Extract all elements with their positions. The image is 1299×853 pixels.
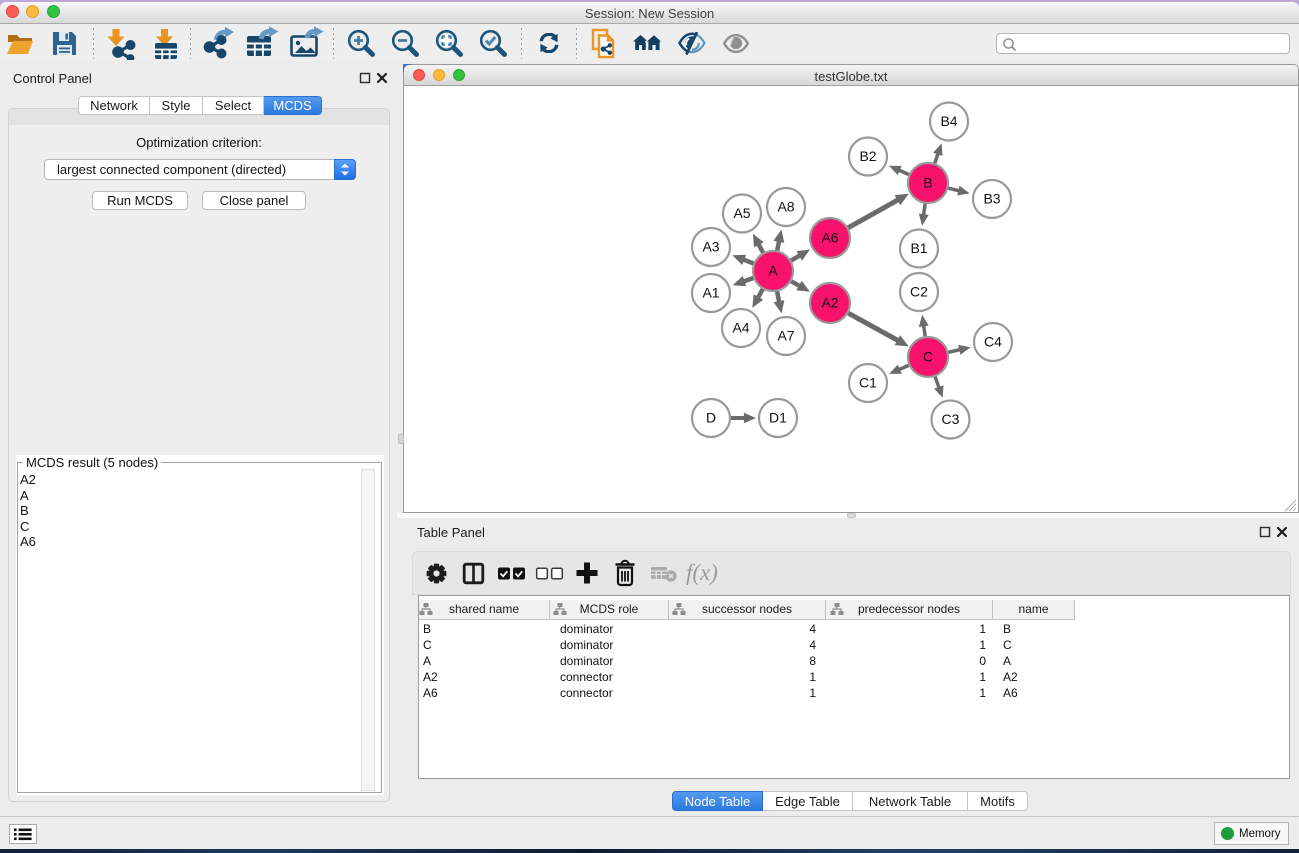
svg-text:B3: B3 xyxy=(983,191,1000,207)
svg-text:A5: A5 xyxy=(733,205,750,221)
svg-text:C4: C4 xyxy=(984,334,1002,350)
svg-text:C3: C3 xyxy=(942,411,960,427)
svg-text:A2: A2 xyxy=(821,295,838,311)
svg-text:D1: D1 xyxy=(769,410,787,426)
svg-text:C: C xyxy=(923,349,933,365)
svg-text:C2: C2 xyxy=(910,284,928,300)
svg-text:A7: A7 xyxy=(777,328,794,344)
svg-text:D: D xyxy=(706,410,716,426)
svg-text:B2: B2 xyxy=(859,148,876,164)
svg-text:C1: C1 xyxy=(859,375,877,391)
svg-text:A3: A3 xyxy=(702,239,719,255)
svg-text:A1: A1 xyxy=(702,285,719,301)
svg-text:A6: A6 xyxy=(821,230,838,246)
svg-text:B1: B1 xyxy=(910,240,927,256)
svg-text:A: A xyxy=(768,263,778,279)
svg-text:A8: A8 xyxy=(777,199,794,215)
svg-text:A4: A4 xyxy=(732,320,749,336)
svg-text:B: B xyxy=(923,175,932,191)
svg-text:B4: B4 xyxy=(940,113,957,129)
